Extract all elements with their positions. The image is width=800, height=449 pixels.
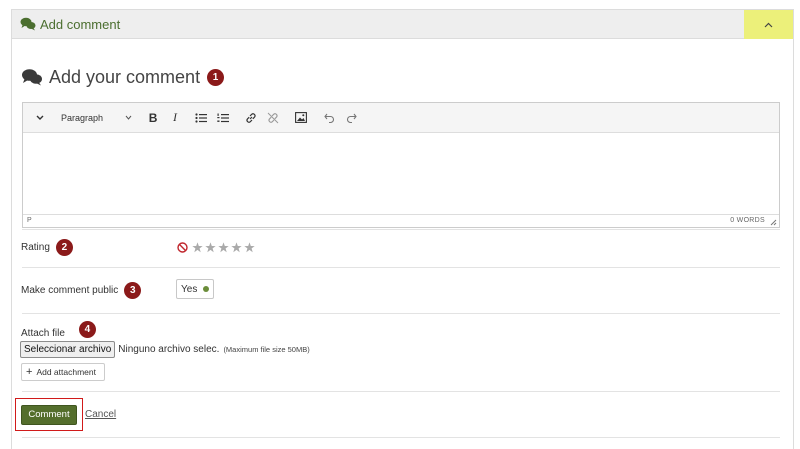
star-icon[interactable] — [218, 242, 229, 253]
divider — [22, 391, 780, 392]
resize-handle-icon[interactable] — [769, 218, 777, 226]
divider — [22, 229, 780, 230]
insert-image-button[interactable] — [290, 107, 312, 129]
star-icon[interactable] — [205, 242, 216, 253]
comment-button-highlight: Comment — [15, 398, 83, 431]
element-path[interactable]: P — [27, 217, 32, 224]
unlink-icon — [267, 112, 279, 123]
numbered-list-button[interactable] — [212, 107, 234, 129]
cancel-rating-icon[interactable] — [177, 242, 188, 253]
insert-link-button[interactable] — [240, 107, 262, 129]
plus-icon: + — [26, 365, 33, 378]
choose-file-button[interactable]: Seleccionar archivo — [20, 341, 116, 358]
page-title: Add your comment — [49, 66, 201, 87]
bullet-list-button[interactable] — [190, 107, 212, 129]
divider — [22, 313, 780, 314]
rating-label: Rating — [21, 242, 50, 253]
link-icon — [246, 112, 256, 123]
bold-button[interactable]: B — [142, 107, 164, 129]
step-badge: 1 — [207, 68, 225, 86]
comments-icon — [20, 17, 36, 31]
panel-header[interactable]: Add comment — [12, 10, 793, 39]
panel-title: Add comment — [40, 17, 121, 32]
chevron-down-icon — [125, 115, 132, 120]
make-public-label: Make comment public — [21, 285, 119, 296]
add-attachment-label: Add attachment — [36, 367, 96, 377]
attach-label-row: Attach file 4 — [21, 320, 96, 339]
star-icon[interactable] — [231, 242, 242, 253]
step-badge: 3 — [124, 282, 142, 299]
step-badge: 2 — [55, 239, 73, 256]
toggle-indicator — [203, 286, 210, 292]
title-row: Add your comment 1 — [21, 64, 225, 90]
numbered-list-icon — [217, 113, 230, 122]
divider — [22, 267, 780, 268]
editor-content-area[interactable] — [23, 133, 779, 214]
block-format-value: Paragraph — [61, 112, 104, 123]
file-input-row: Seleccionar archivo Ninguno archivo sele… — [20, 341, 310, 358]
remove-link-button[interactable] — [262, 107, 284, 129]
image-icon — [295, 112, 307, 123]
chevron-down-icon — [36, 115, 44, 120]
italic-button[interactable]: I — [164, 107, 186, 129]
toolbar-toggle-button[interactable] — [29, 107, 51, 129]
rich-text-editor: Paragraph B I P 0 WORDS — [22, 102, 780, 228]
chevron-up-icon — [764, 22, 773, 27]
rating-label-row: Rating 2 — [21, 239, 73, 256]
comment-submit-button[interactable]: Comment — [21, 404, 77, 425]
comments-icon — [22, 69, 42, 86]
editor-statusbar: P 0 WORDS — [23, 214, 779, 227]
redo-button[interactable] — [340, 107, 362, 129]
add-attachment-button[interactable]: + Add attachment — [21, 363, 105, 381]
editor-toolbar: Paragraph B I — [23, 103, 779, 133]
bullet-list-icon — [195, 112, 208, 123]
redo-icon — [346, 113, 357, 123]
undo-button[interactable] — [318, 107, 340, 129]
attach-file-label: Attach file — [21, 328, 65, 339]
no-file-text: Ninguno archivo selec. — [118, 344, 220, 355]
public-label-row: Make comment public 3 — [21, 282, 142, 299]
make-public-toggle[interactable]: Yes — [176, 279, 214, 299]
word-count: 0 WORDS — [730, 217, 765, 224]
collapse-button[interactable] — [744, 10, 793, 39]
add-comment-panel: Add comment Add your comment 1 Paragraph… — [11, 9, 794, 449]
undo-icon — [323, 113, 334, 123]
star-icon[interactable] — [244, 242, 255, 253]
star-icon[interactable] — [192, 242, 203, 253]
divider — [22, 437, 780, 438]
block-format-select[interactable]: Paragraph — [51, 107, 142, 129]
rating-stars — [177, 242, 255, 253]
step-badge: 4 — [78, 321, 96, 338]
toggle-value: Yes — [181, 283, 198, 295]
max-size-hint: (Maximum file size 50MB) — [223, 345, 310, 354]
cancel-link[interactable]: Cancel — [85, 409, 116, 420]
